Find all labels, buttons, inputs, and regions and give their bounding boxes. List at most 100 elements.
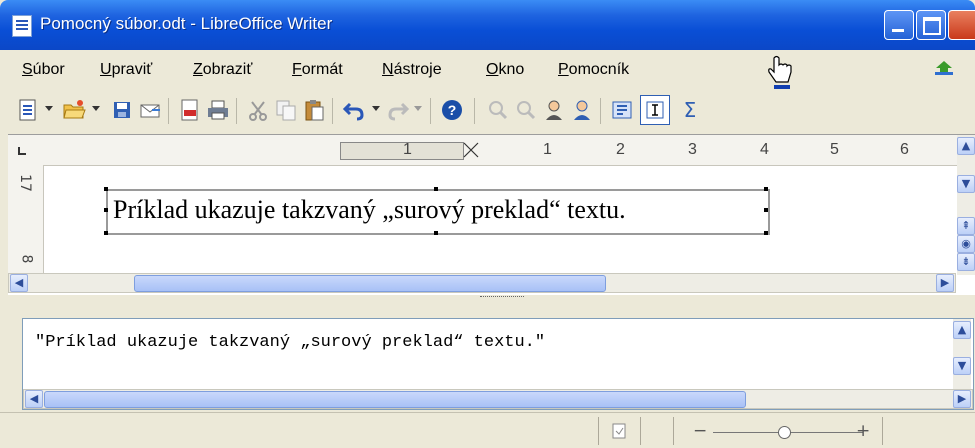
menu-help-label: omocník: [568, 61, 630, 78]
toolbar-separator: [332, 98, 333, 124]
resize-handle[interactable]: [434, 187, 438, 191]
title-bar[interactable]: Pomocný súbor.odt - LibreOffice Writer: [0, 0, 975, 50]
menu-view[interactable]: Zobraziť: [193, 61, 252, 79]
resize-handle[interactable]: [764, 187, 768, 191]
paste-icon[interactable]: [302, 98, 326, 122]
menu-window-mnemonic: O: [486, 61, 499, 78]
menu-bar: Súbor Upraviť Zobraziť Formát Nástroje O…: [0, 50, 975, 90]
resize-handle[interactable]: [764, 208, 768, 212]
print-icon[interactable]: [206, 98, 230, 122]
menu-window[interactable]: Okno: [486, 61, 524, 79]
status-separator: [673, 417, 674, 445]
zoom-slider-thumb[interactable]: [778, 426, 791, 439]
ruler-number: 5: [830, 141, 839, 158]
scrollbar-thumb[interactable]: [44, 391, 746, 408]
ruler-number: 3: [688, 141, 697, 158]
scroll-down-icon[interactable]: ▼: [957, 175, 975, 193]
svg-text:Σ: Σ: [684, 98, 697, 122]
copy-icon[interactable]: [274, 98, 298, 122]
splitter-handle[interactable]: [480, 296, 524, 301]
horizontal-ruler[interactable]: 1 1 2 3 4 5 6: [8, 135, 975, 166]
sum-icon[interactable]: Σ: [678, 98, 702, 122]
menu-edit-label: praviť: [111, 61, 153, 78]
menu-format-label: ormát: [301, 61, 343, 78]
menu-format[interactable]: Formát: [292, 61, 343, 79]
resize-handle[interactable]: [764, 231, 768, 235]
scroll-down-icon[interactable]: ▼: [953, 357, 971, 375]
status-separator: [640, 417, 641, 445]
navigation-icon[interactable]: ◉: [957, 235, 975, 253]
resize-handle[interactable]: [104, 231, 108, 235]
edit-horizontal-scrollbar[interactable]: ◀ ▶: [23, 389, 973, 409]
export-pdf-icon[interactable]: [178, 98, 202, 122]
tab-stop-type-icon[interactable]: [16, 145, 28, 157]
menu-file-mnemonic: S: [22, 61, 33, 78]
resize-handle[interactable]: [104, 187, 108, 191]
ruler-number: 1: [403, 141, 412, 158]
scroll-up-icon[interactable]: ▲: [957, 137, 975, 155]
redo-dropdown-caret[interactable]: [414, 106, 422, 111]
undo-icon[interactable]: [342, 98, 366, 122]
zoom-in-icon[interactable]: [486, 98, 510, 122]
menu-file-label: úbor: [32, 61, 65, 78]
ruler-number: 4: [760, 141, 769, 158]
status-separator: [598, 417, 599, 445]
zoom-out-button[interactable]: −: [693, 421, 707, 441]
text-edit-field[interactable]: "Príklad ukazuje takzvaný „surový prekla…: [22, 318, 974, 410]
close-button[interactable]: [948, 10, 975, 40]
minimize-button[interactable]: [884, 10, 914, 40]
menu-view-mnemonic: Z: [193, 61, 203, 78]
menu-tools[interactable]: Nástroje: [382, 61, 442, 79]
standard-toolbar: ? Σ: [0, 90, 975, 132]
menu-file[interactable]: Súbor: [22, 61, 65, 79]
ruler-number: 2: [616, 141, 625, 158]
resize-handle[interactable]: [434, 231, 438, 235]
menu-help[interactable]: Pomocník: [558, 61, 629, 79]
maximize-button[interactable]: [916, 10, 946, 40]
scrollbar-thumb[interactable]: [134, 275, 606, 292]
toolbar-separator: [236, 98, 237, 124]
menu-edit[interactable]: Upraviť: [100, 61, 152, 79]
vertical-ruler[interactable]: 17 8: [8, 165, 44, 275]
save-icon[interactable]: [110, 98, 134, 122]
toolbar-separator: [168, 98, 169, 124]
document-area[interactable]: 1 1 2 3 4 5 6 17 8 Príklad ukazuje takzv…: [8, 134, 975, 295]
scroll-right-icon[interactable]: ▶: [936, 274, 954, 292]
menu-help-mnemonic: P: [558, 61, 569, 78]
undo-dropdown-caret[interactable]: [372, 106, 380, 111]
horizontal-scrollbar[interactable]: ◀ ▶: [8, 273, 956, 293]
edit-field-value[interactable]: "Príklad ukazuje takzvaný „surový prekla…: [35, 333, 545, 352]
document-modified-icon[interactable]: [611, 423, 627, 439]
resize-handle[interactable]: [104, 208, 108, 212]
update-available-icon[interactable]: [933, 60, 955, 76]
vertical-scrollbar[interactable]: ▲ ▼ ⇞ ◉ ⇟: [957, 135, 975, 275]
text-cursor-toggle[interactable]: [640, 95, 670, 125]
menu-view-label: obraziť: [202, 61, 253, 78]
zoom-out-icon[interactable]: [514, 98, 538, 122]
scroll-left-icon[interactable]: ◀: [25, 390, 43, 408]
email-icon[interactable]: [138, 98, 162, 122]
find-icon[interactable]: [542, 98, 566, 122]
menu-tools-mnemonic: N: [382, 61, 394, 78]
styles-icon[interactable]: [610, 98, 634, 122]
menu-window-label: kno: [498, 61, 525, 78]
next-page-icon[interactable]: ⇟: [957, 253, 975, 271]
zoom-in-button[interactable]: +: [856, 421, 870, 441]
ruler-number: 1: [543, 141, 552, 158]
ruler-number: 6: [900, 141, 909, 158]
open-folder-icon[interactable]: [62, 98, 86, 122]
document-text[interactable]: Príklad ukazuje takzvaný „surový preklad…: [113, 195, 626, 225]
indent-marker-icon[interactable]: [461, 140, 481, 160]
new-document-icon[interactable]: [16, 98, 40, 122]
navigator-icon[interactable]: [570, 98, 594, 122]
previous-page-icon[interactable]: ⇞: [957, 217, 975, 235]
scroll-left-icon[interactable]: ◀: [10, 274, 28, 292]
edit-vertical-scrollbar[interactable]: ▲ ▼: [953, 319, 971, 389]
scroll-up-icon[interactable]: ▲: [953, 321, 971, 339]
redo-icon[interactable]: [386, 98, 410, 122]
open-dropdown-caret[interactable]: [92, 106, 100, 111]
scroll-right-icon[interactable]: ▶: [953, 390, 971, 408]
cut-icon[interactable]: [246, 98, 270, 122]
new-dropdown-caret[interactable]: [45, 106, 53, 111]
help-icon[interactable]: ?: [440, 98, 464, 122]
